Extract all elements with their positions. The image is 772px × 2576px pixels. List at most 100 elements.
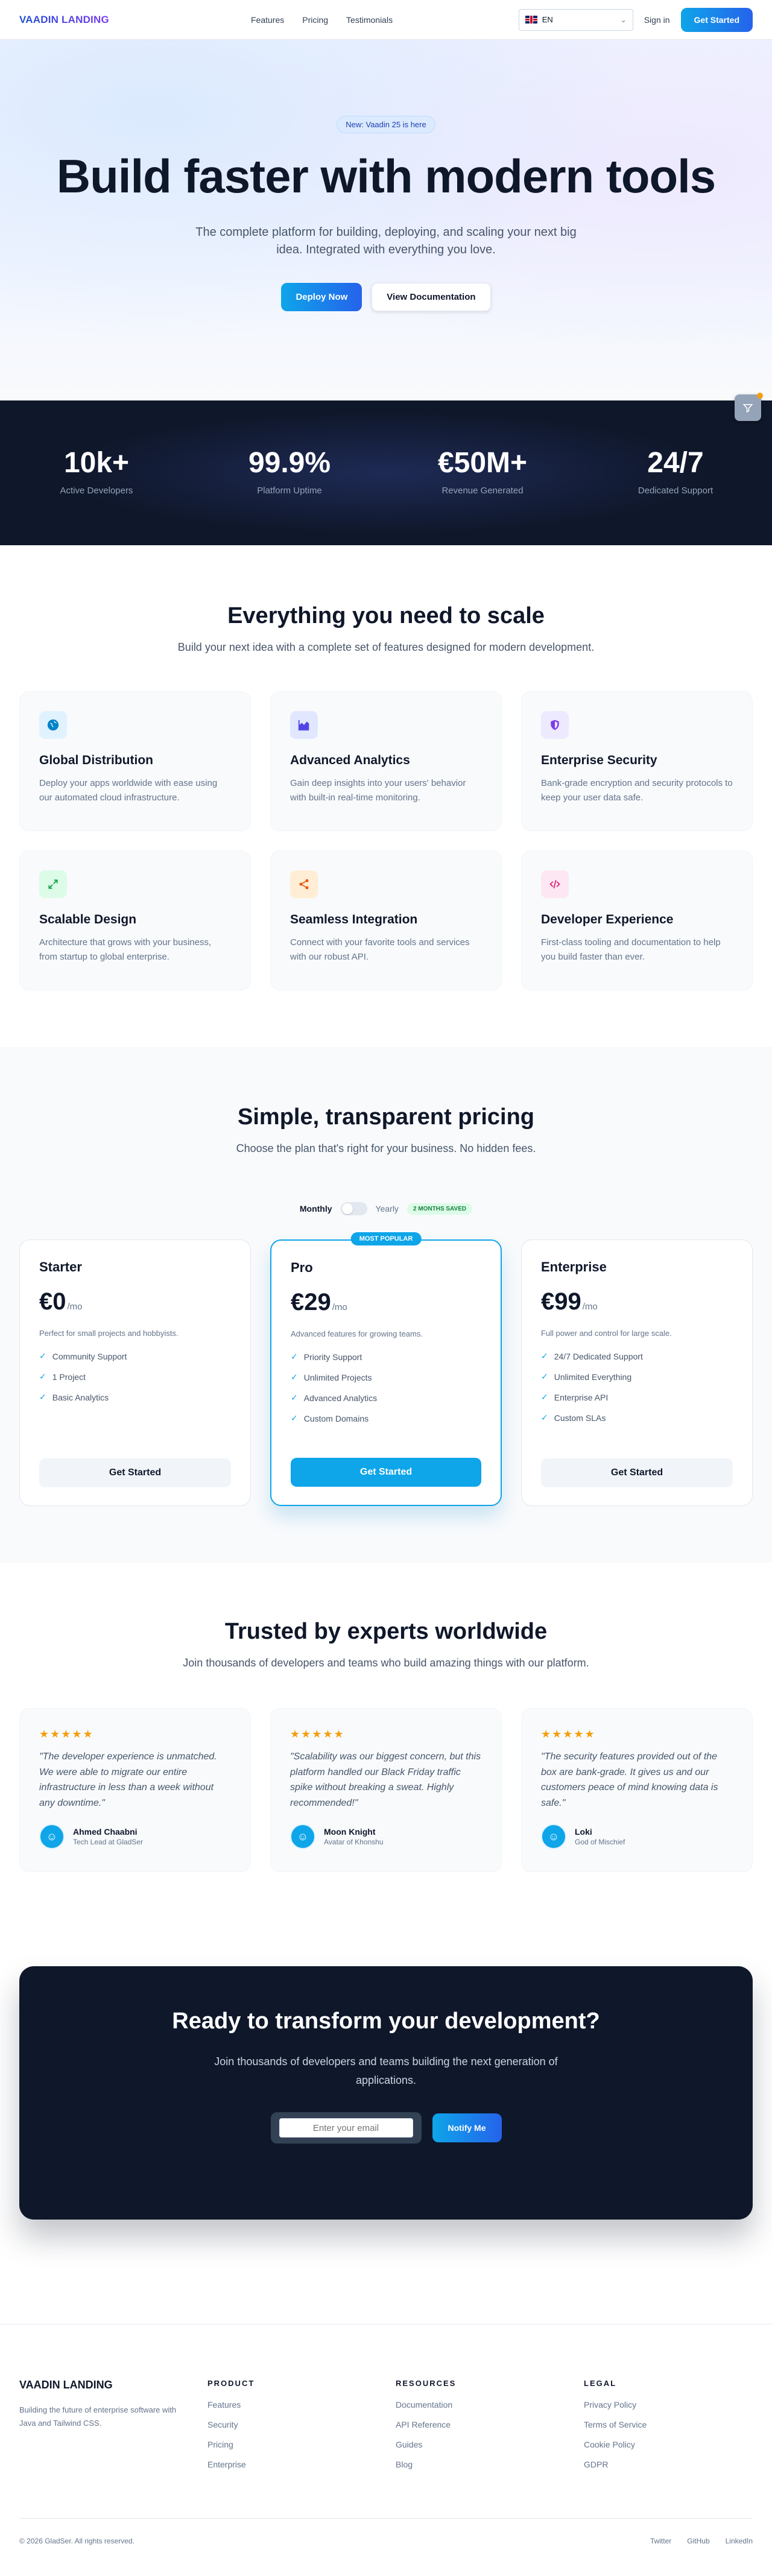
feature-card: Developer Experience First-class tooling… — [521, 850, 753, 990]
filter-fab-button[interactable] — [735, 393, 763, 421]
plan-feature-label: Basic Analytics — [52, 1392, 109, 1402]
check-icon: ✓ — [291, 1393, 298, 1402]
footer-link[interactable]: Features — [207, 2400, 376, 2410]
github-link[interactable]: GitHub — [687, 2537, 709, 2545]
plan-amount: €29 — [291, 1289, 331, 1315]
author-name: Moon Knight — [324, 1827, 376, 1837]
signin-link[interactable]: Sign in — [644, 15, 670, 25]
plan-feature: ✓ Basic Analytics — [39, 1392, 231, 1402]
footer-links: Features Security Pricing Enterprise — [207, 2400, 376, 2469]
footer-links: Privacy Policy Terms of Service Cookie P… — [584, 2400, 753, 2469]
plan-feature-label: Unlimited Everything — [554, 1372, 632, 1382]
feature-title: Seamless Integration — [290, 913, 418, 926]
plan-card-starter: Starter €0/mo Perfect for small projects… — [19, 1239, 251, 1506]
yearly-label[interactable]: Yearly — [376, 1204, 399, 1214]
author-name: Ahmed Chaabni — [73, 1827, 138, 1837]
testimonial-card: ★★★★★ "The security features provided ou… — [521, 1708, 753, 1872]
notify-me-button[interactable]: Notify Me — [432, 2113, 502, 2143]
footer-link[interactable]: Security — [207, 2420, 376, 2429]
feature-card: Global Distribution Deploy your apps wor… — [19, 691, 251, 831]
starter-get-started-button[interactable]: Get Started — [39, 1458, 231, 1487]
signup-form: Notify Me — [19, 2112, 753, 2144]
pro-get-started-button[interactable]: Get Started — [291, 1458, 481, 1487]
notification-dot — [757, 393, 763, 399]
cta-section: Ready to transform your development? Joi… — [0, 1951, 772, 2324]
plan-card-pro: MOST POPULAR Pro €29/mo Advanced feature… — [270, 1232, 502, 1506]
plan-feature: ✓ Custom SLAs — [541, 1413, 733, 1423]
footer-link[interactable]: Enterprise — [207, 2460, 376, 2469]
language-select[interactable]: EN ⌄ — [518, 8, 633, 31]
footer-link[interactable]: Documentation — [396, 2400, 565, 2410]
footer-link[interactable]: Terms of Service — [584, 2420, 753, 2429]
check-icon: ✓ — [541, 1413, 548, 1422]
testimonial-author: ☺ Ahmed Chaabni Tech Lead at GladSer — [39, 1824, 231, 1850]
get-started-button[interactable]: Get Started — [680, 7, 753, 32]
most-popular-badge: MOST POPULAR — [350, 1232, 422, 1245]
stat-value: 99.9% — [248, 447, 331, 479]
view-documentation-button[interactable]: View Documentation — [372, 283, 491, 311]
stat-label: Revenue Generated — [441, 486, 524, 496]
plan-amount: €99 — [541, 1288, 581, 1315]
nav-link-pricing[interactable]: Pricing — [302, 15, 328, 25]
monthly-label[interactable]: Monthly — [300, 1204, 332, 1214]
logo[interactable]: VAADIN LANDING — [19, 14, 109, 26]
linkedin-link[interactable]: LinkedIn — [726, 2537, 753, 2545]
footer-link[interactable]: Guides — [396, 2440, 565, 2449]
billing-toggle[interactable] — [340, 1202, 367, 1215]
feature-title: Scalable Design — [39, 913, 137, 926]
enterprise-get-started-button[interactable]: Get Started — [541, 1458, 733, 1487]
announcement-badge[interactable]: New: Vaadin 25 is here — [337, 116, 435, 133]
nav-link-testimonials[interactable]: Testimonials — [346, 15, 393, 25]
shield-icon — [541, 711, 569, 739]
feature-desc: Deploy your apps worldwide with ease usi… — [39, 778, 218, 803]
author-name: Loki — [575, 1827, 592, 1837]
language-value: EN — [542, 15, 553, 24]
code-icon — [541, 870, 569, 898]
star-rating-icon: ★★★★★ — [541, 1728, 596, 1740]
plan-period: /mo — [582, 1302, 598, 1312]
plan-feature: ✓ Custom Domains — [291, 1413, 481, 1423]
footer-bottom: © 2026 GladSer. All rights reserved. Twi… — [19, 2518, 753, 2545]
check-icon: ✓ — [541, 1392, 548, 1402]
footer-col-resources: Resources Documentation API Reference Gu… — [396, 2379, 565, 2479]
plan-period: /mo — [67, 1302, 83, 1312]
footer-link[interactable]: API Reference — [396, 2420, 565, 2429]
plan-features: ✓ Priority Support ✓ Unlimited Projects ✓ A… — [291, 1352, 481, 1423]
plan-name: Pro — [291, 1260, 313, 1275]
stats-band: 10k+ Active Developers 99.9% Platform Up… — [0, 393, 772, 545]
stat-value: 24/7 — [647, 447, 704, 479]
features-grid: Global Distribution Deploy your apps wor… — [19, 691, 753, 990]
footer-link[interactable]: Blog — [396, 2460, 565, 2469]
footer-link[interactable]: Cookie Policy — [584, 2440, 753, 2449]
pricing-section: Simple, transparent pricing Choose the p… — [0, 1047, 772, 1563]
feature-title: Developer Experience — [541, 913, 674, 926]
plan-name: Enterprise — [541, 1259, 607, 1274]
footer-link[interactable]: GDPR — [584, 2460, 753, 2469]
footer-heading: Legal — [584, 2379, 617, 2388]
email-input[interactable] — [279, 2118, 413, 2138]
footer-logo[interactable]: VAADIN LANDING — [19, 2379, 188, 2391]
deploy-now-button[interactable]: Deploy Now — [281, 283, 362, 311]
cta-subtitle: Join thousands of developers and teams b… — [214, 2055, 558, 2086]
plan-desc: Advanced features for growing teams. — [291, 1329, 423, 1338]
stat-label: Active Developers — [60, 486, 133, 496]
nav-link-features[interactable]: Features — [251, 15, 284, 25]
features-section: Everything you need to scale Build your … — [0, 545, 772, 1047]
feature-card: Enterprise Security Bank-grade encryptio… — [521, 691, 753, 831]
footer-brand: VAADIN LANDING Building the future of en… — [19, 2379, 188, 2479]
features-subtitle: Build your next idea with a complete set… — [177, 641, 595, 653]
footer-link[interactable]: Privacy Policy — [584, 2400, 753, 2410]
footer-link[interactable]: Pricing — [207, 2440, 376, 2449]
plan-feature: ✓ 24/7 Dedicated Support — [541, 1351, 733, 1361]
plan-period: /mo — [332, 1302, 347, 1312]
footer-col-product: Product Features Security Pricing Enterp… — [207, 2379, 376, 2479]
pricing-title: Simple, transparent pricing — [238, 1104, 534, 1130]
hero-actions: Deploy Now View Documentation — [0, 283, 772, 311]
check-icon: ✓ — [541, 1351, 548, 1361]
footer-links: Documentation API Reference Guides Blog — [396, 2400, 565, 2469]
plan-amount: €0 — [39, 1288, 66, 1315]
twitter-link[interactable]: Twitter — [650, 2537, 671, 2545]
copyright: © 2026 GladSer. All rights reserved. — [19, 2537, 134, 2545]
check-icon: ✓ — [39, 1351, 46, 1361]
feature-title: Advanced Analytics — [290, 753, 410, 767]
